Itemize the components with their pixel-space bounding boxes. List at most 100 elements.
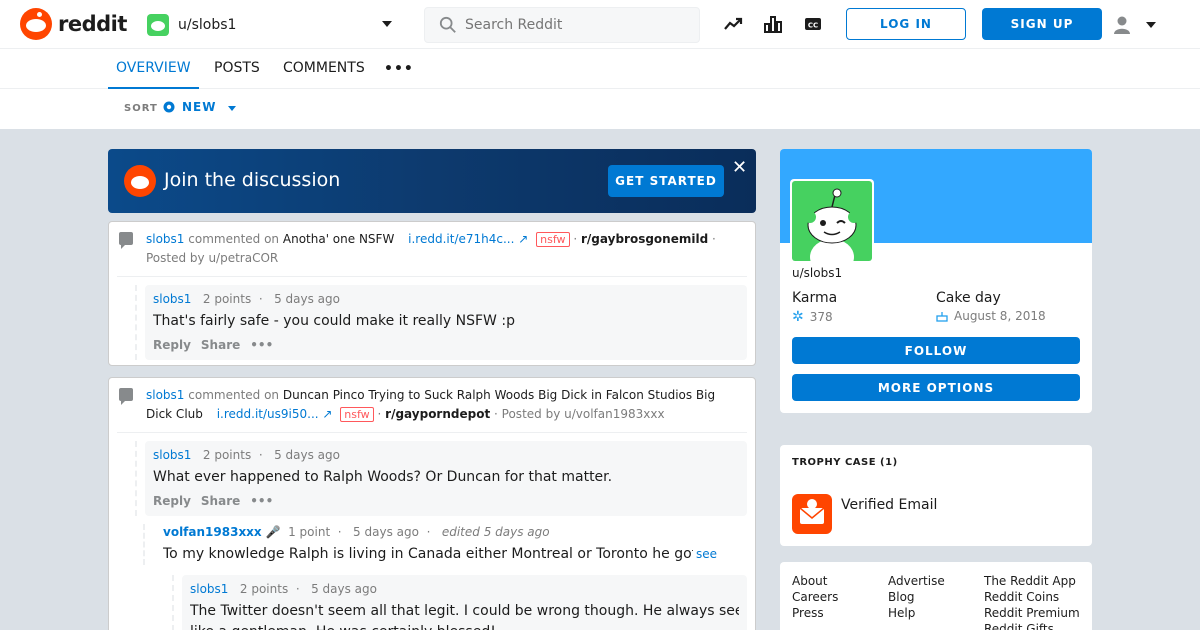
comment-body: That's fairly safe - you could make it r… xyxy=(153,313,515,329)
author-link[interactable]: slobs1 xyxy=(146,388,184,402)
share-button[interactable]: Share xyxy=(201,494,240,508)
comment-points: 1 point xyxy=(288,525,331,539)
new-sparkle-icon xyxy=(163,101,175,113)
comment-age: 5 days ago xyxy=(274,292,340,306)
comment-body: What ever happened to Ralph Woods? Or Du… xyxy=(153,469,613,485)
comment-icon xyxy=(119,232,133,249)
user-icon xyxy=(1114,16,1130,34)
cake-icon xyxy=(936,312,948,322)
external-link-icon: ↗ xyxy=(518,232,529,246)
cakeday-value-row: August 8, 2018 xyxy=(936,309,1046,323)
comment-author[interactable]: slobs1 xyxy=(153,292,191,306)
comment-points: 2 points xyxy=(239,582,289,596)
edited-label: edited 5 days ago xyxy=(441,525,550,539)
karma-value-row: ✲ 378 xyxy=(792,309,833,325)
sort-dropdown[interactable]: NEW xyxy=(162,100,216,114)
more-options-button[interactable]: MORE OPTIONS xyxy=(792,374,1080,401)
external-link-icon: ↗ xyxy=(322,407,333,421)
tab-overview[interactable]: OVERVIEW xyxy=(108,49,199,89)
top-header: reddit u/slobs1 CC LOG IN SIGN UP xyxy=(0,0,1200,49)
author-link[interactable]: slobs1 xyxy=(146,232,184,246)
comment-age: 5 days ago xyxy=(274,448,340,462)
footer-link[interactable]: Blog xyxy=(888,590,915,604)
post-url-link[interactable]: i.redd.it/e71h4c... xyxy=(408,232,514,246)
comment-age: 5 days ago xyxy=(353,525,419,539)
karma-value: 378 xyxy=(809,310,833,324)
community-switcher[interactable]: u/slobs1 xyxy=(147,12,402,38)
comment: slobs1 2 points · 5 days ago What ever h… xyxy=(135,441,747,516)
post-title-link[interactable]: Anotha' one NSFW xyxy=(283,232,394,246)
reply-button[interactable]: Reply xyxy=(153,338,191,352)
comment-author[interactable]: slobs1 xyxy=(153,448,191,462)
commented-on-text: commented on xyxy=(188,388,280,402)
comment-icon xyxy=(119,388,133,405)
user-menu-dropdown[interactable] xyxy=(1112,12,1162,38)
tab-posts[interactable]: POSTS xyxy=(206,49,268,89)
comment: slobs1 2 points · 5 days ago The Twitter… xyxy=(172,575,747,630)
profile-username: u/slobs1 xyxy=(792,266,843,280)
closed-captions-icon[interactable]: CC xyxy=(803,14,823,34)
footer-link[interactable]: The Reddit App xyxy=(984,574,1076,588)
comment-age: 5 days ago xyxy=(311,582,377,596)
mic-icon: 🎤 xyxy=(265,525,281,539)
subreddit-link[interactable]: r/gaybrosgonemild xyxy=(581,232,708,246)
sort-bar: SORT NEW xyxy=(0,89,1200,129)
share-button[interactable]: Share xyxy=(201,338,240,352)
search-input[interactable] xyxy=(465,17,665,33)
trending-icon[interactable] xyxy=(723,14,743,34)
reply-button[interactable]: Reply xyxy=(153,494,191,508)
footer-link[interactable]: Reddit Coins xyxy=(984,590,1059,604)
chevron-down-icon[interactable] xyxy=(228,106,236,111)
footer-link[interactable]: Careers xyxy=(792,590,838,604)
comment-meta: slobs1 2 points · 5 days ago xyxy=(153,292,340,306)
divider xyxy=(117,276,747,277)
more-options-icon[interactable]: ••• xyxy=(250,338,273,352)
subreddit-link[interactable]: r/gayporndepot xyxy=(385,407,490,421)
nested-comment: volfan1983xxx 🎤 1 point · 5 days ago · e… xyxy=(143,524,747,565)
thread-line[interactable] xyxy=(135,441,137,516)
footer-link[interactable]: About xyxy=(792,574,827,588)
cakeday-label: Cake day xyxy=(936,290,1001,306)
thread-line[interactable] xyxy=(135,285,137,360)
footer-link[interactable]: Reddit Gifts xyxy=(984,622,1054,630)
thread-line[interactable] xyxy=(172,575,174,630)
login-button[interactable]: LOG IN xyxy=(846,8,966,40)
comment-actions: Reply Share ••• xyxy=(153,338,739,352)
comment-body-wrap: To my knowledge Ralph is living in Canad… xyxy=(163,544,747,565)
more-tabs-icon[interactable]: ••• xyxy=(384,61,414,77)
sort-value: NEW xyxy=(182,100,217,114)
leaderboard-icon[interactable] xyxy=(763,14,783,34)
follow-button[interactable]: FOLLOW xyxy=(792,337,1080,364)
banner-text: Join the discussion xyxy=(164,169,341,191)
footer-link[interactable]: Help xyxy=(888,606,915,620)
comment-meta: volfan1983xxx 🎤 1 point · 5 days ago · e… xyxy=(163,525,550,539)
comment-actions: Reply Share ••• xyxy=(153,494,739,508)
logo-text: reddit xyxy=(58,12,127,36)
footer-link[interactable]: Press xyxy=(792,606,824,620)
avatar xyxy=(790,179,874,263)
tab-comments[interactable]: COMMENTS xyxy=(275,49,373,89)
comment: slobs1 2 points · 5 days ago That's fair… xyxy=(135,285,747,360)
footer-link[interactable]: Advertise xyxy=(888,574,945,588)
thread-line[interactable] xyxy=(143,524,145,565)
comment-points: 2 points xyxy=(202,448,252,462)
user-avatar-icon xyxy=(147,14,169,36)
post-url-link[interactable]: i.redd.it/us9i50... xyxy=(217,407,319,421)
see-more-link[interactable]: see more xyxy=(693,544,747,565)
more-options-icon[interactable]: ••• xyxy=(250,494,273,508)
posted-by-text: · Posted by u/volfan1983xxx xyxy=(494,407,665,421)
close-icon[interactable]: ✕ xyxy=(732,157,747,178)
trophy-case: TROPHY CASE (1) Verified Email xyxy=(780,445,1092,546)
signup-button[interactable]: SIGN UP xyxy=(982,8,1102,40)
search-bar[interactable] xyxy=(424,7,700,43)
footer-link[interactable]: Reddit Premium xyxy=(984,606,1080,620)
comment-author[interactable]: slobs1 xyxy=(190,582,228,596)
reddit-snoo-icon xyxy=(124,165,156,197)
sort-label: SORT xyxy=(124,103,158,114)
get-started-button[interactable]: GET STARTED xyxy=(608,165,724,197)
snoo-avatar-icon xyxy=(804,188,860,261)
comment-author[interactable]: volfan1983xxx xyxy=(163,525,262,539)
reddit-logo[interactable]: reddit xyxy=(20,8,127,40)
footer-links: About Careers Press Advertise Blog Help … xyxy=(780,562,1092,630)
current-user-label: u/slobs1 xyxy=(178,17,237,33)
